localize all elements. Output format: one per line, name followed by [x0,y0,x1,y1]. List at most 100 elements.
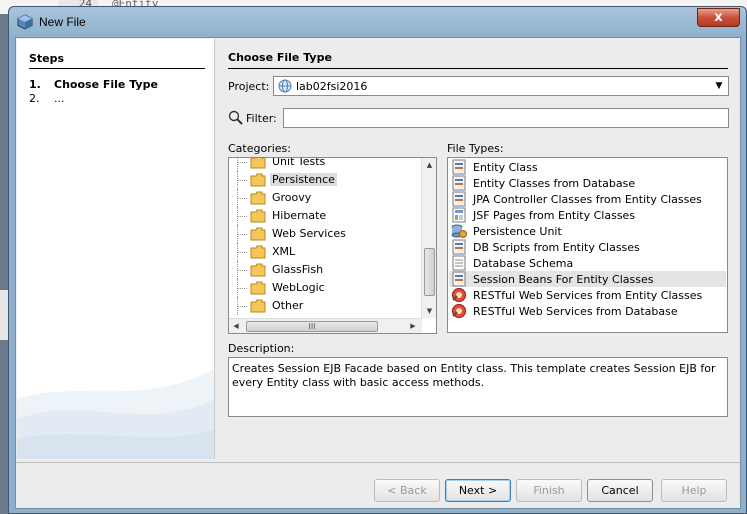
tree-line [237,189,247,207]
category-label: Other [272,299,304,312]
category-label: Hibernate [272,209,327,222]
categories-tree[interactable]: Unit Tests Persistence Groovy Hibernate [228,157,437,334]
category-item[interactable]: Groovy [237,189,425,207]
rest-service-icon [452,288,466,302]
step-item-2: 2.... [29,92,65,105]
categories-vertical-scrollbar[interactable]: ▲ ▼ [421,158,436,318]
file-type-item[interactable]: Persistence Unit [449,223,726,239]
filter-label: Filter: [246,112,277,125]
folder-icon [250,227,266,241]
folder-icon [250,191,266,205]
folder-icon [250,281,266,295]
scroll-thumb[interactable] [424,248,435,296]
entity-class-icon [452,239,466,255]
file-type-label: Database Schema [473,257,574,270]
step-label: Choose File Type [54,78,158,91]
file-type-label: RESTful Web Services from Database [473,305,678,318]
step-number: 2. [29,92,40,105]
file-type-label: Entity Class [473,161,538,174]
tree-line [237,225,247,243]
help-button[interactable]: Help [661,479,727,502]
back-button[interactable]: < Back [374,479,440,502]
category-item[interactable]: Unit Tests [237,157,425,171]
entity-class-icon [452,159,466,175]
categories-horizontal-scrollbar[interactable]: ◀ III ▶ [229,318,422,333]
dialog-body: Steps 1. Choose File Type 2.... Choose Fi… [15,37,741,509]
file-type-item[interactable]: Entity Classes from Database [449,175,726,191]
scroll-left-icon[interactable]: ◀ [229,319,243,333]
category-label: XML [272,245,296,258]
category-label: Groovy [272,191,312,204]
tree-line [237,243,247,261]
project-label: Project: [228,80,270,93]
tree-line [237,207,247,225]
file-type-label: RESTful Web Services from Entity Classes [473,289,703,302]
folder-icon [250,173,266,187]
file-type-item[interactable]: Session Beans For Entity Classes [449,271,726,287]
jsf-page-icon [452,207,466,223]
file-types-label: File Types: [447,142,504,155]
category-item[interactable]: WebLogic [237,279,425,297]
project-globe-icon [278,79,292,93]
scroll-thumb[interactable]: III [246,321,378,332]
entity-class-icon [452,271,466,287]
tree-line [237,158,247,171]
category-label: GlassFish [272,263,324,276]
category-item[interactable]: GlassFish [237,261,425,279]
file-type-item[interactable]: Database Schema [449,255,726,271]
category-item[interactable]: Web Services [237,225,425,243]
category-label: WebLogic [272,281,325,294]
steps-heading: Steps [29,52,65,65]
file-type-item[interactable]: JSF Pages from Entity Classes [449,207,726,223]
project-value: lab02fsi2016 [296,80,368,93]
step-number: 1. [29,78,41,91]
finish-button[interactable]: Finish [516,479,582,502]
category-item[interactable]: Persistence [237,171,425,189]
file-type-label: JSF Pages from Entity Classes [473,209,636,222]
file-type-label: Entity Classes from Database [473,177,636,190]
database-schema-icon [452,255,466,271]
category-item[interactable]: Other [237,297,425,315]
file-type-item[interactable]: Entity Class [449,159,726,175]
magnifier-icon [228,110,243,125]
scroll-right-icon[interactable]: ▶ [406,319,420,333]
netbeans-cube-icon [17,14,33,30]
description-text: Creates Session EJB Facade based on Enti… [228,357,728,417]
tree-line [237,297,247,315]
new-file-dialog: New File x Steps 1. Choose File Type 2...… [8,6,747,514]
entity-class-icon [452,191,466,207]
filter-input[interactable] [283,108,729,128]
file-type-item[interactable]: JPA Controller Classes from Entity Class… [449,191,726,207]
description-label: Description: [228,342,295,355]
button-bar-divider [16,462,740,463]
file-type-label: Persistence Unit [473,225,562,238]
category-item[interactable]: XML [237,243,425,261]
file-types-list[interactable]: Entity Class Entity Classes from Databas… [447,157,728,333]
next-button[interactable]: Next > [445,479,511,502]
panel-heading: Choose File Type [228,51,332,64]
file-type-item[interactable]: RESTful Web Services from Entity Classes [449,287,726,303]
file-type-label: JPA Controller Classes from Entity Class… [473,193,702,206]
steps-panel: Steps 1. Choose File Type 2.... [17,39,215,459]
file-type-label: Session Beans For Entity Classes [473,273,654,286]
category-label: Persistence [270,173,337,186]
project-combobox[interactable]: lab02fsi2016 ▼ [273,76,729,96]
scroll-down-icon[interactable]: ▼ [422,304,436,318]
step-item-1: 1. Choose File Type [29,78,158,91]
close-icon: x [714,10,723,25]
decorative-swoosh [17,369,214,459]
title-bar[interactable]: New File x [9,7,746,37]
file-type-item[interactable]: DB Scripts from Entity Classes [449,239,726,255]
cancel-button[interactable]: Cancel [587,479,653,502]
category-item[interactable]: Hibernate [237,207,425,225]
step-label: ... [54,92,65,105]
folder-icon [250,209,266,223]
category-label: Unit Tests [272,157,326,168]
heading-divider [228,68,728,69]
scroll-up-icon[interactable]: ▲ [422,158,436,172]
category-label: Web Services [272,227,346,240]
rest-service-icon [452,304,466,318]
file-type-item[interactable]: RESTful Web Services from Database [449,303,726,319]
chevron-down-icon[interactable]: ▼ [710,77,728,95]
close-button[interactable]: x [697,8,740,27]
